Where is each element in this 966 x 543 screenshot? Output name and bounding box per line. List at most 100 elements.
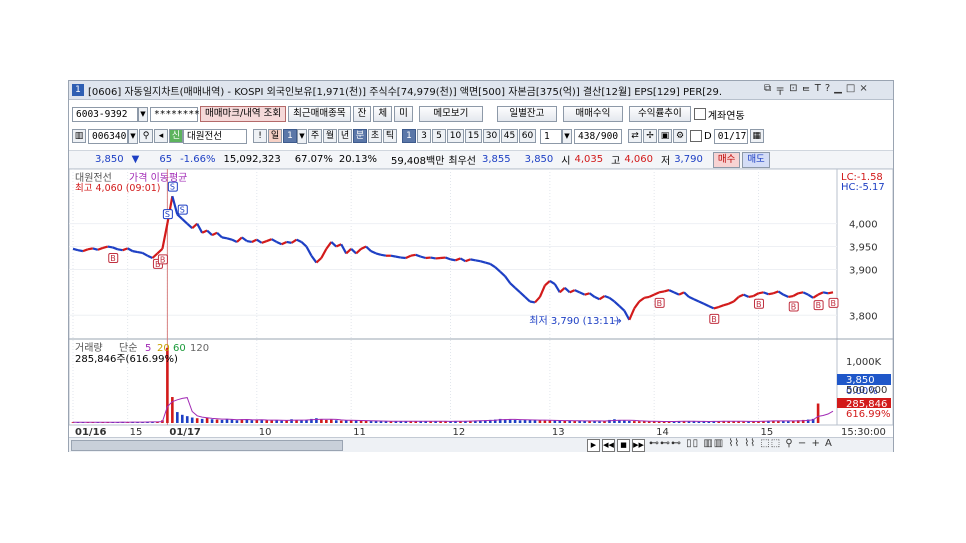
period-second-button[interactable]: 초 [368, 129, 382, 143]
volume-bar [344, 420, 348, 423]
stop-icon[interactable]: ■ [617, 439, 630, 452]
font-icon[interactable]: T [815, 83, 821, 98]
profit-trend-button[interactable]: 수익률추이 [628, 106, 691, 122]
forward-icon[interactable]: ▶▶ [632, 439, 645, 452]
volume-bar [334, 420, 338, 423]
stock-name-field[interactable]: 대원전선 [183, 128, 247, 144]
period-tick-button[interactable]: 틱 [383, 129, 397, 143]
low-price: 3,790 [674, 154, 703, 165]
scroll-thumb[interactable] [71, 440, 343, 451]
hc-value: HC:-5.17 [841, 182, 885, 193]
interval-5-button[interactable]: 5 [432, 129, 446, 143]
panel-icon[interactable]: ▥ [72, 129, 86, 143]
crosshair-icon[interactable]: ✢ [643, 129, 657, 143]
recent-trade-button[interactable]: 최근매매종목 [288, 106, 351, 122]
volume-bar [543, 420, 547, 423]
volume-bar [185, 416, 189, 423]
volume-bar [235, 420, 239, 423]
price-segment [390, 254, 397, 258]
price-segment [430, 256, 436, 260]
password-input[interactable]: ******** [150, 106, 200, 122]
account-dropdown[interactable]: ▼ [138, 106, 148, 122]
interval-15-button[interactable]: 15 [465, 129, 482, 143]
alert-button[interactable]: ! [253, 129, 267, 143]
buy-button[interactable]: 매수 [712, 151, 741, 168]
price-segment [822, 291, 829, 295]
volume-bar [568, 420, 572, 423]
interval-30-button[interactable]: 30 [483, 129, 500, 143]
price-segment [107, 245, 113, 249]
unexecuted-button[interactable]: 미 [394, 106, 413, 122]
volume-bar [300, 420, 303, 423]
window-id-badge[interactable]: 1 [72, 84, 84, 96]
date-checkbox[interactable] [690, 130, 702, 142]
price-segment [87, 247, 94, 251]
current-price: 3,850 [95, 154, 124, 165]
link-window-icon[interactable]: ⧉ [764, 83, 771, 98]
price-segment [286, 240, 292, 244]
interval-1-button[interactable]: 1 [402, 129, 416, 143]
stock-code-dropdown[interactable]: ▼ [128, 128, 138, 144]
memo-button[interactable]: 메모보기 [418, 106, 483, 122]
pin-icon[interactable]: 〒 [775, 83, 785, 98]
sell-button[interactable]: 매도 [742, 151, 770, 168]
balance-button[interactable]: 잔 [352, 106, 372, 122]
account-link-checkbox[interactable] [693, 108, 706, 120]
trade-profit-button[interactable]: 매매수익 [562, 106, 623, 122]
settings-icon[interactable]: ⚙ [673, 129, 687, 143]
rewind-icon[interactable]: ◀◀ [602, 439, 615, 452]
price-segment [246, 239, 253, 244]
x-axis-label: 15 [760, 427, 773, 437]
x-axis-label: 13 [552, 427, 565, 437]
interval-10-button[interactable]: 10 [447, 129, 464, 143]
play-icon[interactable]: ▶ [587, 439, 600, 452]
search-icon[interactable]: ⚲ [139, 129, 153, 143]
help-icon[interactable]: ? [825, 83, 830, 98]
maximize-icon[interactable]: □ [846, 83, 855, 98]
period-minute-button[interactable]: 분 [353, 129, 367, 143]
close-icon[interactable]: × [859, 83, 867, 98]
minimize-icon[interactable]: ▁ [834, 83, 842, 98]
interval-45-button[interactable]: 45 [501, 129, 518, 143]
credit-badge-icon: 신 [169, 129, 183, 143]
chart-tools[interactable]: ⊷⊷⊷ ▯▯ ▥▥ ⌇⌇ ⌇⌇ ⬚⬚ ⚲ − + A [649, 438, 833, 449]
sound-icon[interactable]: ◂ [154, 129, 168, 143]
price-segment [226, 237, 233, 241]
period-week-button[interactable]: 주 [308, 129, 322, 143]
change-value: 65 [159, 154, 173, 165]
period-day-button[interactable]: 일 [268, 129, 282, 143]
price-segment [410, 253, 416, 257]
interval-3-button[interactable]: 3 [417, 129, 431, 143]
period-month-button[interactable]: 월 [323, 129, 337, 143]
calendar-icon[interactable]: ▦ [749, 129, 764, 143]
multiplier-dropdown[interactable]: ▼ [562, 128, 572, 144]
compare-icon[interactable]: ⇄ [628, 129, 642, 143]
price-segment [72, 247, 79, 252]
volume-bar [190, 417, 194, 423]
x-axis-label: 14 [656, 427, 669, 437]
period-dropdown[interactable]: ▼ [297, 128, 307, 144]
date-input[interactable]: 01/17 [713, 128, 748, 144]
executed-button[interactable]: 체 [373, 106, 393, 122]
chart-scrollbar[interactable]: ▶ ◀◀ ■ ▶▶ ⊷⊷⊷ ▯▯ ▥▥ ⌇⌇ ⌇⌇ ⬚⬚ ⚲ − + A [69, 437, 893, 452]
multiplier-input[interactable]: 1 [540, 128, 562, 144]
interval-60-button[interactable]: 60 [519, 129, 536, 143]
price-segment [748, 294, 754, 299]
copy-window-icon[interactable]: ⊡ [789, 83, 797, 98]
price-volume-chart[interactable]: SSSBBBBBB B B B 대원전선 가격 이동평균 최고 4,060 (09:0… [69, 169, 893, 437]
account-input[interactable]: 6003-9392 [72, 106, 138, 122]
buy-marker-label: B [756, 300, 762, 309]
period-num-button[interactable]: 1 [283, 129, 297, 143]
x-axis-label: 11 [353, 427, 366, 437]
daily-balance-button[interactable]: 일별잔고 [496, 106, 557, 122]
save-icon[interactable]: ▣ [658, 129, 672, 143]
price-segment [375, 252, 382, 256]
stock-code-input[interactable]: 006340 [88, 128, 128, 144]
high-label: 고 [611, 156, 621, 167]
trade-mark-button[interactable]: 매매마크/내역 조회 [200, 106, 287, 122]
count-field[interactable]: 438/900 [574, 128, 622, 144]
period-year-button[interactable]: 년 [338, 129, 352, 143]
price-segment [798, 291, 804, 295]
price-segment [132, 250, 138, 254]
layout-icon[interactable]: ᄐ [802, 83, 811, 98]
